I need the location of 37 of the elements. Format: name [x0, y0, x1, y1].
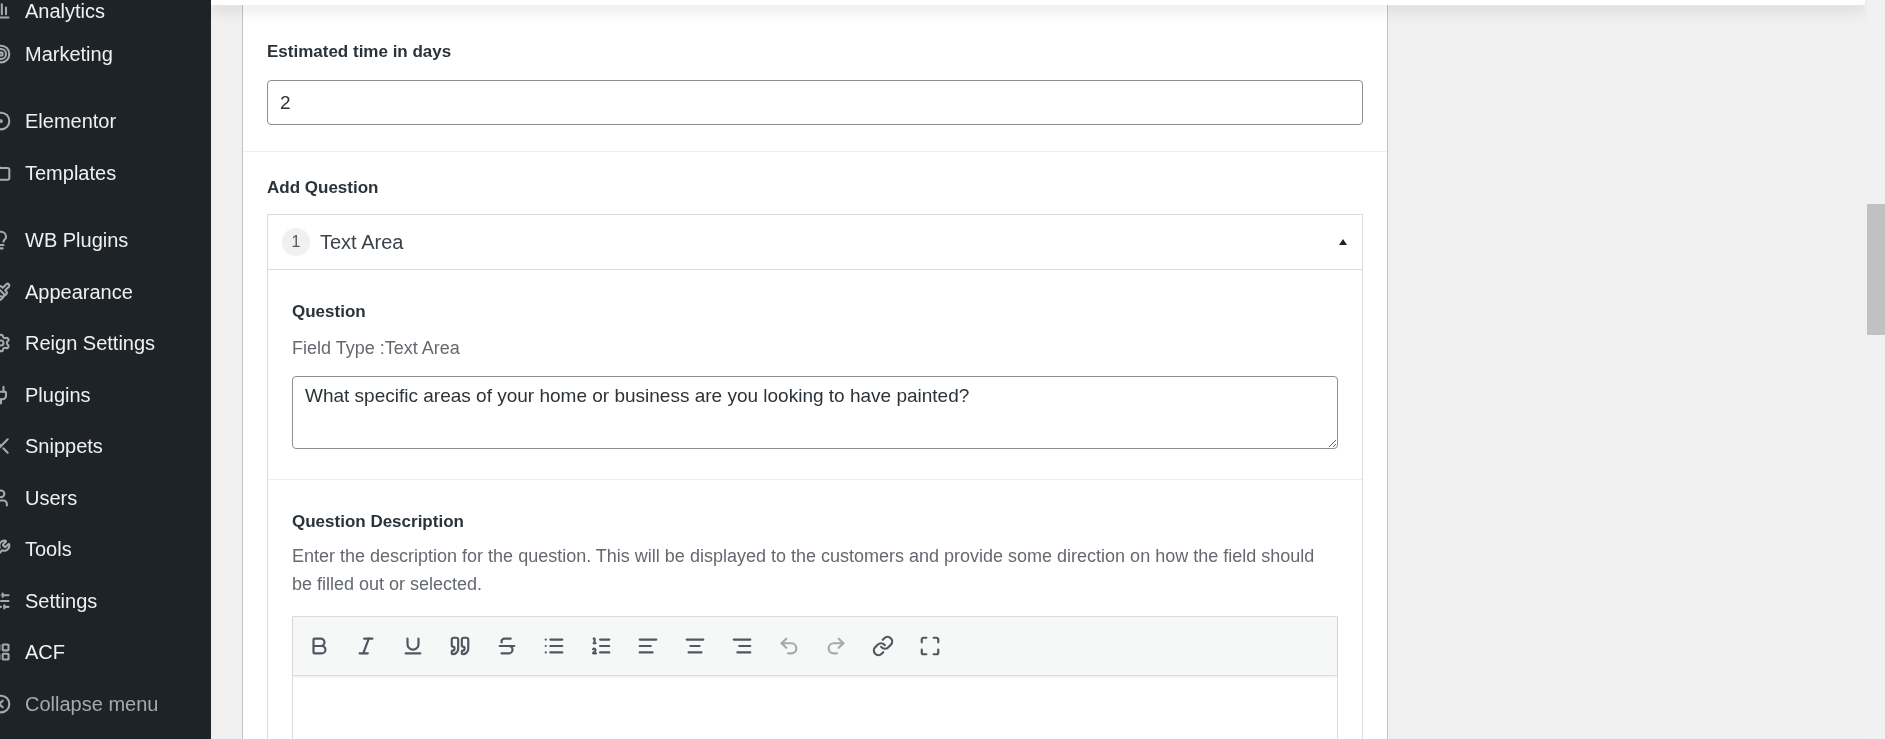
strikethrough-icon [496, 635, 518, 657]
section-label: Add Question [267, 178, 380, 198]
sidebar-item[interactable]: Plugins [0, 369, 211, 421]
numbered-list-icon [590, 635, 612, 657]
sidebar-item[interactable]: Snippets [0, 420, 211, 472]
collapse-menu-button[interactable]: Collapse menu [0, 678, 211, 730]
field-label: Question Description [292, 512, 465, 532]
field-label: Estimated time in days [267, 42, 453, 62]
sidebar-item[interactable]: Appearance [0, 266, 211, 318]
sidebar-item[interactable]: Templates [0, 147, 211, 199]
align-right-icon [731, 635, 753, 657]
redo-icon [825, 635, 847, 657]
question-field[interactable]: What specific areas of your home or business are you looking to have painted? [292, 376, 1338, 449]
sidebar-item[interactable]: Settings [0, 575, 211, 627]
sidebar-item[interactable]: Elementor [0, 95, 211, 147]
question-number: 1 [282, 228, 310, 256]
scrollbar-thumb[interactable] [1867, 204, 1885, 335]
estimated-days-field[interactable]: 2 [267, 80, 1363, 125]
quote-icon [449, 635, 471, 657]
sidebar-item[interactable]: Marketing [0, 28, 211, 80]
question-title: Text Area [320, 230, 405, 254]
field-label: Question [292, 302, 367, 322]
align-left-icon [637, 635, 659, 657]
field-type-text: Field Type :Text Area [292, 337, 461, 360]
help-text: Enter the description for the question. This will be displayed to the customers and provide some direction on how the field should be filled out or selected. [292, 545, 1316, 596]
bullet-list-icon [543, 635, 565, 657]
sidebar-item[interactable]: WB Plugins [0, 214, 211, 266]
sidebar-item[interactable]: Users [0, 472, 211, 524]
fullscreen-icon [919, 635, 941, 657]
link-icon [872, 635, 894, 657]
sidebar-item[interactable]: Tools [0, 523, 211, 575]
align-center-icon [684, 635, 706, 657]
sidebar-item[interactable]: Reign Settings [0, 317, 211, 369]
sidebar-item[interactable]: Analytics [0, 0, 211, 28]
sidebar-item[interactable]: ACF [0, 626, 211, 678]
underline-icon [402, 635, 424, 657]
undo-icon [778, 635, 800, 657]
